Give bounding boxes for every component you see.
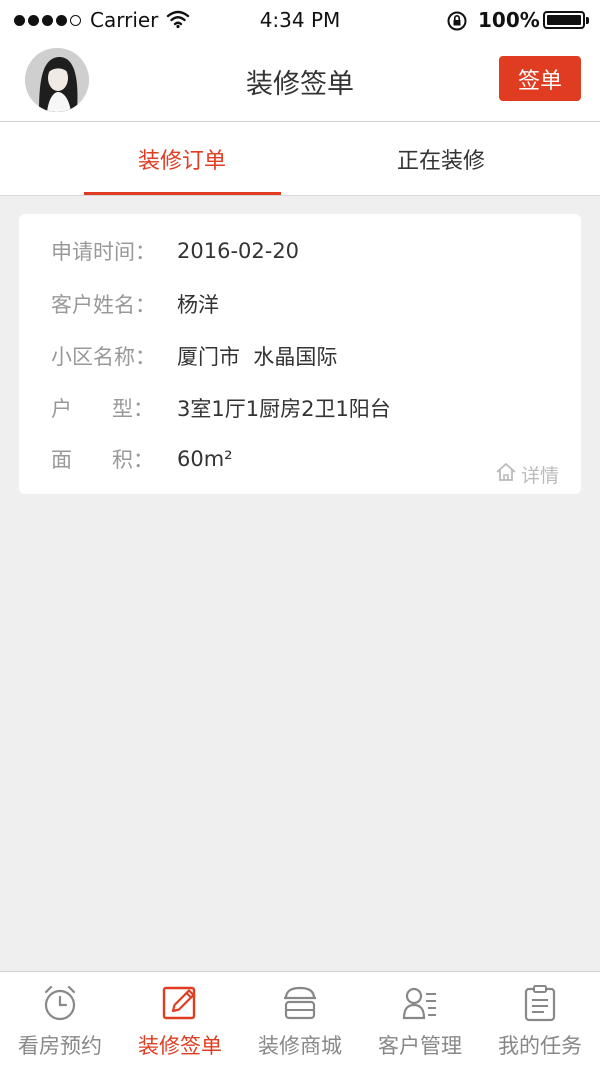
tabbar-label: 看房预约 [18,1034,102,1058]
field-value: 3室1厅1厨房2卫1阳台 [177,397,391,421]
status-bar: Carrier 4:34 PM 100% [0,0,600,40]
edit-icon [162,984,198,1022]
store-icon [282,984,318,1022]
field-value: 2016-02-20 [177,239,300,263]
field-value: 厦门市 水晶国际 [177,345,338,369]
tabbar-label: 客户管理 [378,1034,462,1058]
field-label: 客户姓名： [51,293,156,317]
tabbar-item-customer-management[interactable]: 客户管理 [360,972,480,1065]
sign-order-button[interactable]: 签单 [499,56,581,101]
tabbar-item-decoration-mall[interactable]: 装修商城 [240,972,360,1065]
details-label: 详情 [520,465,559,487]
order-field-community-name: 小区名称： 厦门市 水晶国际 [51,341,337,371]
tabbar-item-decoration-signing[interactable]: 装修签单 [120,972,240,1065]
navigation-bar: 装修签单 签单 [0,40,600,122]
contacts-icon [402,984,438,1022]
order-field-area: 面 积： 60m² [51,444,233,474]
field-label: 申请时间： [51,240,156,264]
field-value: 杨洋 [177,293,219,317]
field-label: 面 积： [51,448,155,472]
tabbar-item-viewing-appointment[interactable]: 看房预约 [0,972,120,1065]
tabbar-item-my-tasks[interactable]: 我的任务 [480,972,600,1065]
order-field-customer-name: 客户姓名： 杨洋 [51,289,219,319]
field-label: 小区名称： [51,345,156,369]
tabbar-label: 装修签单 [138,1034,222,1058]
tabbar-label: 装修商城 [258,1034,342,1058]
field-label: 户 型： [51,397,155,421]
tabbar-label: 我的任务 [498,1034,582,1058]
bottom-tab-bar: 看房预约 装修签单 装修商城 客户管理 我的任务 [0,971,600,1065]
order-field-layout: 户 型： 3室1厅1厨房2卫1阳台 [51,393,391,423]
clipboard-icon [522,984,558,1022]
home-icon [495,462,517,487]
tab-decoration-orders[interactable]: 装修订单 [84,122,280,196]
tab-in-progress[interactable]: 正在装修 [343,122,539,196]
alarm-clock-icon [42,984,78,1022]
field-value: 60m² [177,447,233,471]
order-tabs: 装修订单 正在装修 [0,122,600,196]
order-card[interactable]: 申请时间： 2016-02-20 客户姓名： 杨洋 小区名称： 厦门市 水晶国际… [19,214,581,494]
active-tab-indicator [84,192,281,195]
battery-percentage: 100% [478,8,540,32]
order-field-apply-date: 申请时间： 2016-02-20 [51,236,299,266]
battery-icon [543,11,589,29]
details-link[interactable]: 详情 [495,461,559,488]
rotation-lock-icon [446,10,468,36]
